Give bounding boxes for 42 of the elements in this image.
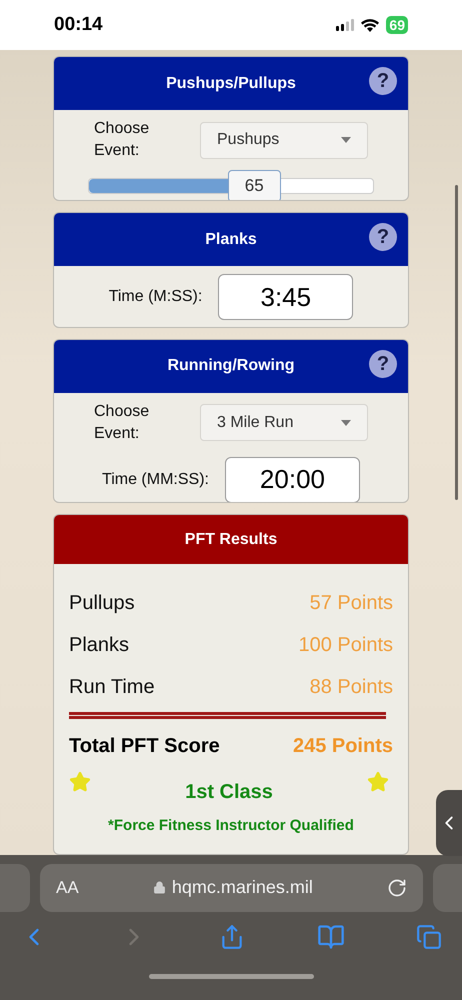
total-points: 245 Points	[292, 734, 393, 760]
reload-icon[interactable]	[387, 878, 407, 898]
dropdown-caret-icon	[341, 420, 351, 426]
field-label: Choose Event:	[94, 402, 150, 444]
event-dropdown[interactable]: Pushups	[200, 122, 368, 158]
wifi-icon	[361, 18, 380, 32]
result-points: 88 Points	[310, 675, 393, 700]
card-title: PFT Results	[184, 530, 278, 550]
side-tab[interactable]	[436, 790, 462, 856]
card-title: Running/Rowing	[167, 356, 295, 376]
status-time: 00:14	[54, 12, 103, 37]
class-label: 1st Class	[185, 780, 273, 806]
star-icon	[69, 771, 91, 794]
text-size-button[interactable]: AA	[56, 874, 79, 900]
result-label: Pullups	[69, 591, 135, 616]
battery-indicator: 69	[386, 16, 408, 34]
field-label: Time (M:SS):	[108, 287, 202, 308]
time-input[interactable]: 20:00	[224, 456, 360, 502]
signal-icon	[336, 19, 354, 31]
qualification-note: *Force Fitness Instructor Qualified	[107, 816, 355, 836]
slider-handle[interactable]: 65	[228, 170, 281, 200]
total-label: Total PFT Score	[69, 734, 220, 760]
event-dropdown[interactable]: 3 Mile Run	[200, 404, 368, 441]
dropdown-caret-icon	[341, 137, 351, 143]
help-button[interactable]: ?	[369, 67, 397, 95]
result-label: Run Time	[69, 675, 155, 700]
result-label: Planks	[69, 633, 130, 658]
tabs-icon[interactable]	[416, 924, 442, 950]
field-label: Choose Event:	[94, 119, 150, 161]
card-title: Pushups/Pullups	[166, 74, 296, 94]
result-points: 100 Points	[298, 633, 393, 658]
lock-icon	[152, 881, 166, 894]
result-points: 57 Points	[310, 591, 393, 616]
help-button[interactable]: ?	[369, 350, 397, 378]
url-text: hqmc.marines.mil	[172, 876, 313, 899]
help-button[interactable]: ?	[369, 223, 397, 252]
field-label: Time (MM:SS):	[102, 470, 209, 490]
address-bar[interactable]: AA hqmc.marines.mil	[40, 864, 423, 912]
time-input[interactable]: 3:45	[218, 274, 354, 320]
card-title: Planks	[205, 230, 257, 250]
star-icon	[367, 771, 389, 794]
bookmarks-icon[interactable]	[316, 923, 344, 951]
